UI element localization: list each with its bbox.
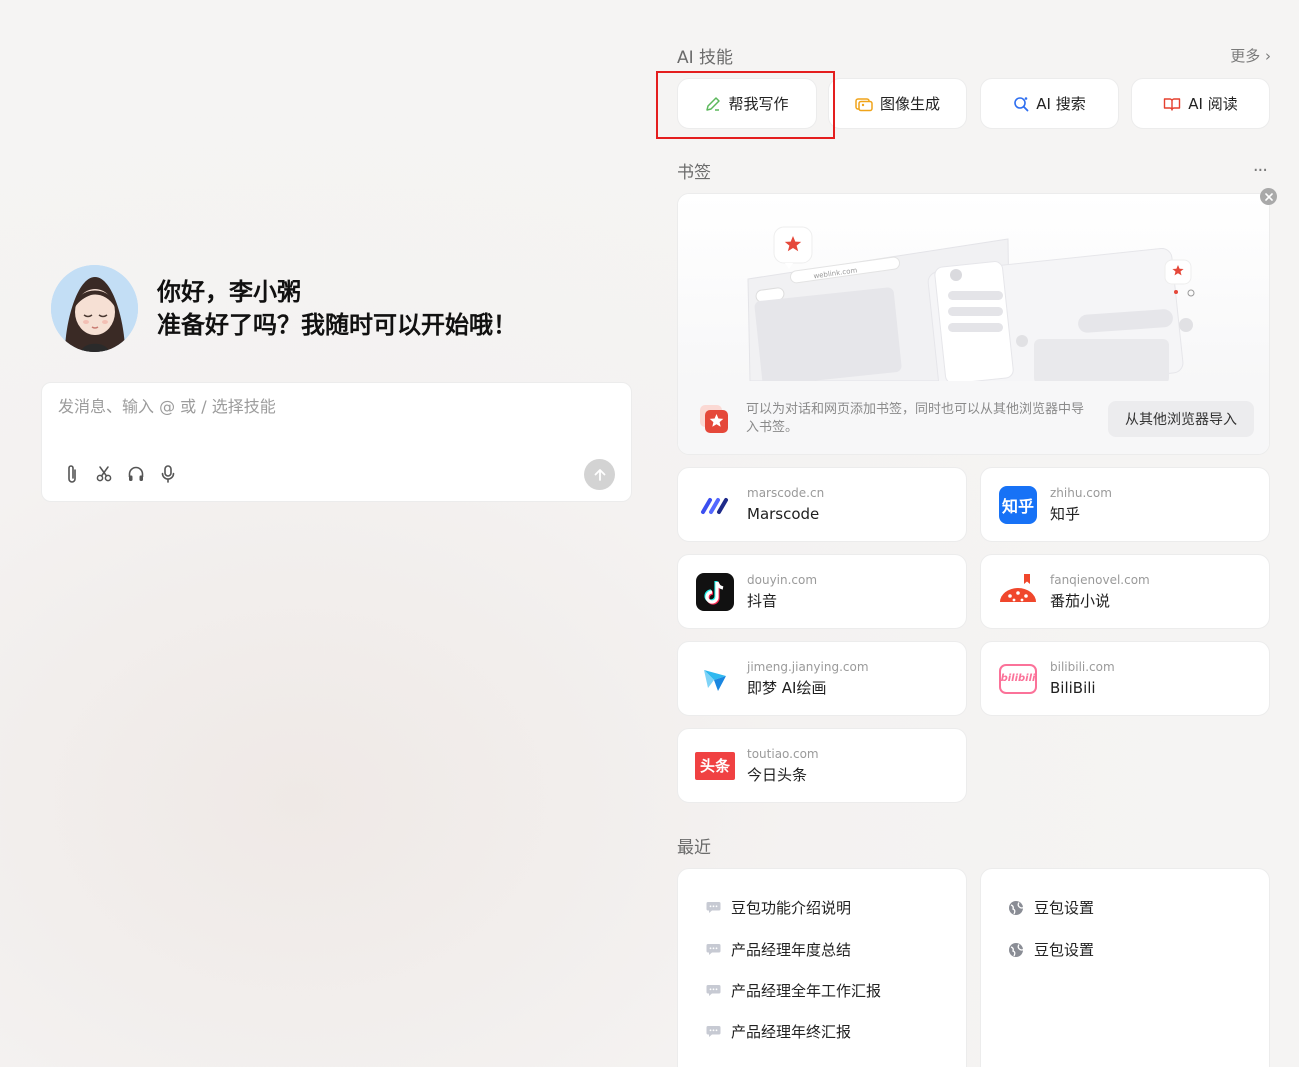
site-domain: zhihu.com [1050, 485, 1112, 500]
recent-chat-item[interactable]: 豆包功能介绍说明 [705, 897, 851, 918]
headphones-icon[interactable] [126, 463, 146, 485]
skill-search-button[interactable]: AI 搜索 [980, 78, 1119, 129]
site-name: BiliBili [1050, 678, 1096, 697]
bookmark-star-icon [700, 404, 728, 433]
bookmark-fanqie[interactable]: fanqienovel.com 番茄小说 [980, 554, 1270, 629]
book-icon [1163, 96, 1181, 112]
recent-chat-item[interactable]: 产品经理年终汇报 [705, 1021, 851, 1042]
bookmarks-title: 书签 [677, 163, 711, 183]
microphone-icon[interactable] [158, 463, 178, 485]
recent-chat-item[interactable]: 产品经理年度总结 [705, 939, 851, 960]
chat-bubble-icon [705, 983, 721, 999]
send-button[interactable] [584, 459, 615, 490]
greeting-line-2: 准备好了吗？我随时可以开始哦！ [157, 310, 517, 339]
bookmark-zhihu[interactable]: 知乎 zhihu.com 知乎 [980, 467, 1270, 542]
marscode-logo [695, 485, 735, 525]
close-icon[interactable] [1260, 188, 1277, 205]
chat-bubble-icon [705, 900, 721, 916]
skills-header: AI 技能 更多 › [677, 43, 1271, 68]
search-icon [1013, 96, 1029, 112]
skills-title: AI 技能 [677, 48, 734, 68]
site-name: 即梦 AI绘画 [747, 678, 827, 697]
chat-tools [62, 463, 178, 485]
site-name: 抖音 [747, 591, 778, 610]
site-name: 番茄小说 [1050, 591, 1111, 610]
bookmark-toutiao[interactable]: 头条 toutiao.com 今日头条 [677, 728, 967, 803]
site-domain: fanqienovel.com [1050, 572, 1150, 587]
recent-settings-card: 豆包设置 豆包设置 [980, 868, 1270, 1067]
globe-icon [1008, 942, 1024, 958]
bookmark-jimeng[interactable]: jimeng.jianying.com 即梦 AI绘画 [677, 641, 967, 716]
greeting-text: 你好，李小粥 准备好了吗？我随时可以开始哦！ [157, 276, 517, 342]
globe-icon [1008, 900, 1024, 916]
bookmark-illustration: weblink.com [678, 194, 1269, 397]
paperclip-icon[interactable] [62, 463, 82, 485]
fanqie-logo [998, 572, 1038, 612]
recent-chat-label: 产品经理年终汇报 [731, 1023, 852, 1041]
recent-chat-item[interactable]: 产品经理全年工作汇报 [705, 980, 881, 1001]
recent-settings-label: 豆包设置 [1034, 899, 1095, 917]
greeting-line-1: 你好，李小粥 [157, 277, 301, 306]
bookmark-bilibili[interactable]: bilibili bilibili.com BiliBili [980, 641, 1270, 716]
bookmark-hint: 可以为对话和网页添加书签，同时也可以从其他浏览器中导入书签。 从其他浏览器导入 [678, 381, 1269, 454]
more-link[interactable]: 更多 › [1230, 45, 1271, 66]
image-icon [855, 96, 873, 112]
skill-write-button[interactable]: 帮我写作 [677, 78, 817, 129]
site-name: 知乎 [1050, 504, 1081, 523]
bookmark-hint-text: 可以为对话和网页添加书签，同时也可以从其他浏览器中导入书签。 [746, 401, 1085, 435]
recent-chat-label: 产品经理全年工作汇报 [731, 982, 882, 1000]
zhihu-logo: 知乎 [998, 485, 1038, 525]
bookmarks-menu-button[interactable]: ··· [1253, 160, 1268, 181]
bookmark-intro-card: weblink.com 可以为对话和网页添加书签，同时也可以从其他浏览器中导入书… [677, 193, 1270, 455]
site-domain: toutiao.com [747, 746, 819, 761]
greeting: 你好，李小粥 准备好了吗？我随时可以开始哦！ [51, 265, 517, 352]
toutiao-logo: 头条 [695, 746, 735, 786]
skill-read-button[interactable]: AI 阅读 [1131, 78, 1270, 129]
site-domain: jimeng.jianying.com [747, 659, 869, 674]
recent-chats-card: 豆包功能介绍说明 产品经理年度总结 产品经理全年工作汇报 产品经理年终汇报 [677, 868, 967, 1067]
recent-settings-label: 豆包设置 [1034, 941, 1095, 959]
bookmark-douyin[interactable]: douyin.com 抖音 [677, 554, 967, 629]
bookmark-marscode[interactable]: marscode.cn Marscode [677, 467, 967, 542]
skill-label: AI 搜索 [1036, 95, 1086, 113]
recent-chat-label: 产品经理年度总结 [731, 941, 852, 959]
bilibili-logo: bilibili [998, 659, 1038, 699]
skill-label: 图像生成 [879, 95, 940, 113]
scissors-icon[interactable] [94, 463, 114, 485]
chat-bubble-icon [705, 1024, 721, 1040]
skill-image-button[interactable]: 图像生成 [828, 78, 967, 129]
avatar [51, 265, 138, 352]
pen-icon [705, 96, 721, 112]
bookmarks-header: 书签 ··· [677, 158, 1268, 183]
skill-label: AI 阅读 [1188, 95, 1238, 113]
douyin-logo [695, 572, 735, 612]
site-domain: bilibili.com [1050, 659, 1115, 674]
jimeng-logo [695, 659, 735, 699]
recent-settings-item[interactable]: 豆包设置 [1008, 897, 1094, 918]
chat-input[interactable] [58, 397, 578, 416]
chat-bubble-icon [705, 942, 721, 958]
site-name: 今日头条 [747, 765, 808, 784]
import-bookmarks-button[interactable]: 从其他浏览器导入 [1108, 400, 1254, 437]
chat-composer [41, 382, 632, 502]
site-name: Marscode [747, 504, 820, 523]
site-domain: marscode.cn [747, 485, 825, 500]
recent-settings-item[interactable]: 豆包设置 [1008, 939, 1094, 960]
site-domain: douyin.com [747, 572, 818, 587]
recent-chat-label: 豆包功能介绍说明 [731, 899, 852, 917]
skill-label: 帮我写作 [728, 95, 789, 113]
arrow-up-icon [594, 468, 605, 481]
recent-title: 最近 [677, 838, 711, 858]
